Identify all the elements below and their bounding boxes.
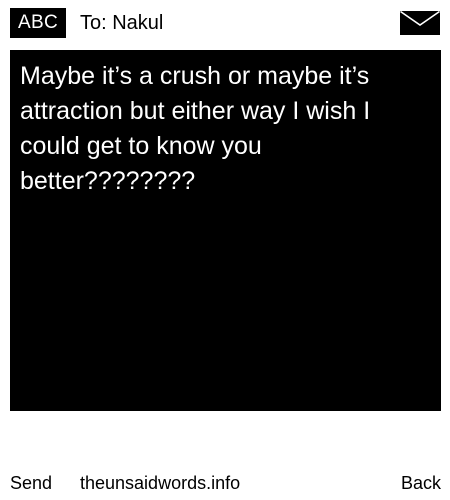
input-mode-badge[interactable]: ABC <box>10 8 66 38</box>
header-bar: ABC To: Nakul <box>0 0 450 46</box>
envelope-icon <box>399 10 441 36</box>
recipient-label: To: Nakul <box>80 12 164 34</box>
message-body[interactable]: Maybe it’s a crush or maybe it’s attract… <box>10 50 441 411</box>
send-button[interactable]: Send <box>10 468 52 498</box>
back-button[interactable]: Back <box>401 468 441 498</box>
message-text: Maybe it’s a crush or maybe it’s attract… <box>20 62 371 195</box>
footer-bar: Send theunsaidwords.info Back <box>0 468 450 498</box>
site-link[interactable]: theunsaidwords.info <box>80 468 240 498</box>
